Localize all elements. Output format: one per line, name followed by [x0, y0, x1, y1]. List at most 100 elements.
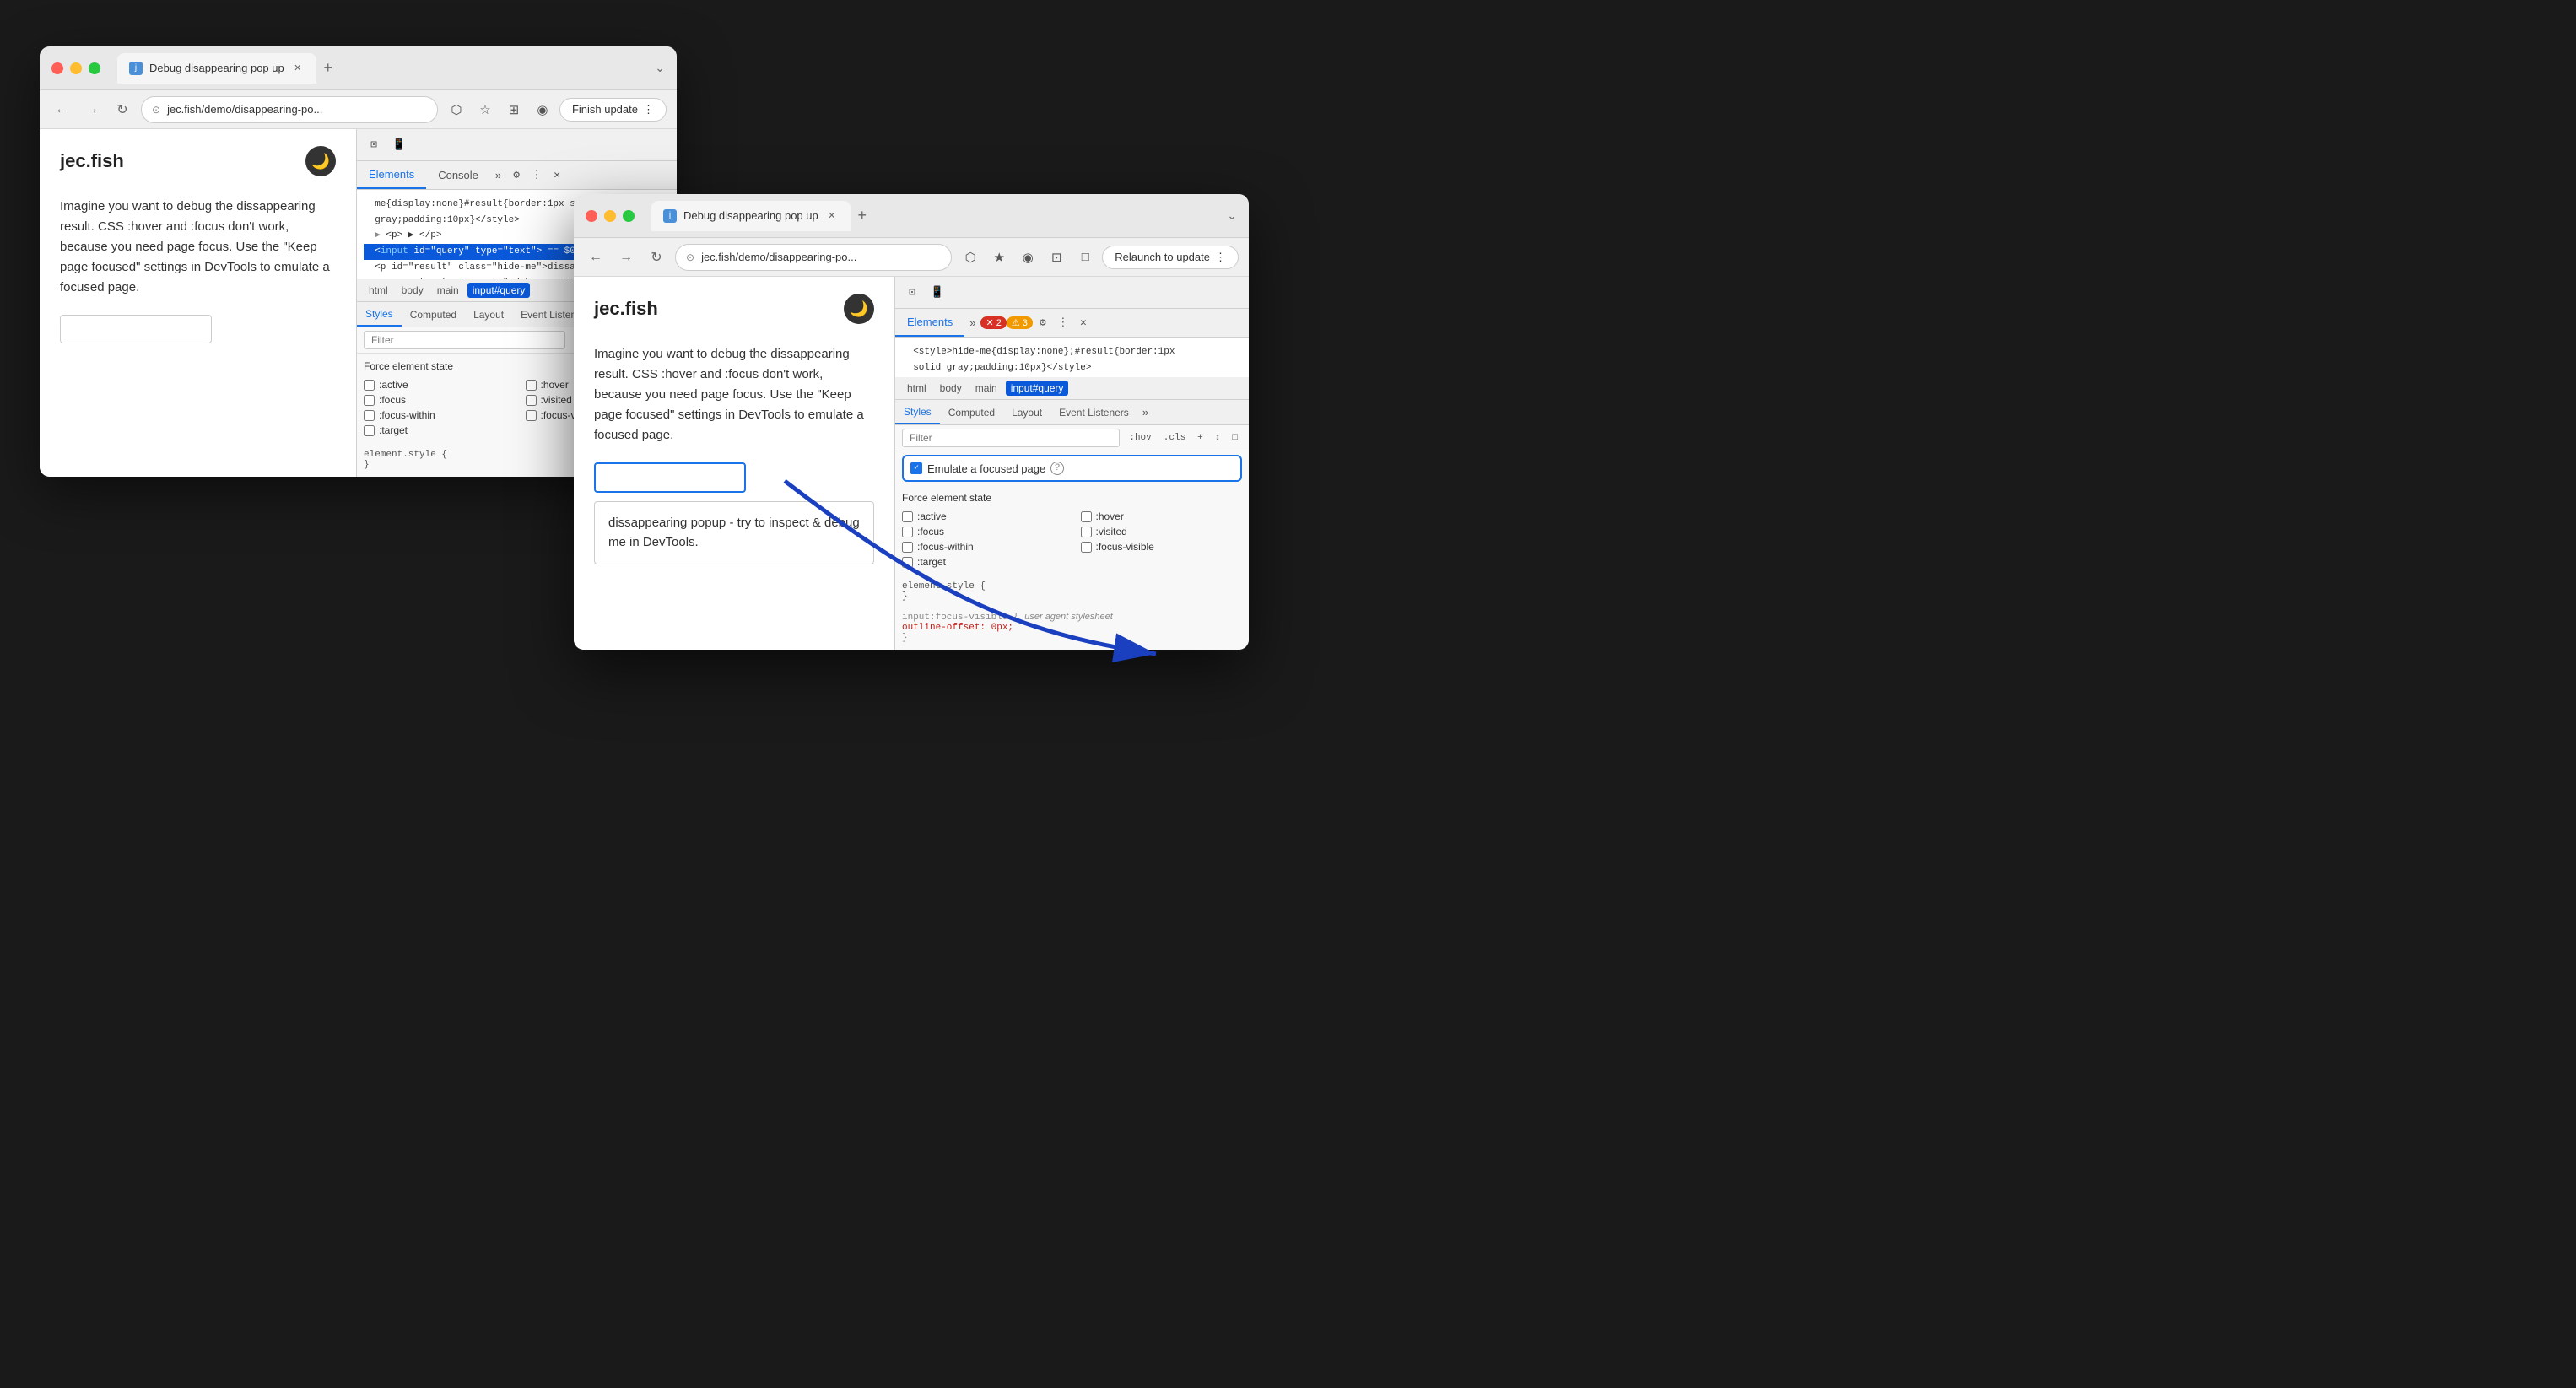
profile-icon-2[interactable]: ◉ — [1016, 246, 1040, 269]
reload-btn-1[interactable]: ↻ — [111, 98, 134, 122]
devtools-toolbar-2: ⊡ 📱 — [895, 277, 1249, 309]
back-btn-2[interactable]: ← — [584, 246, 608, 269]
inspect-icon-1[interactable]: ⊡ — [364, 135, 384, 155]
code-line-2-2: solid gray;padding:10px}</style> — [902, 360, 1242, 376]
settings-icon-dt-1[interactable]: ⚙ — [506, 165, 527, 186]
more-tabs-1[interactable]: » — [490, 162, 506, 188]
device-icon-2[interactable]: 📱 — [927, 283, 948, 303]
force-state-section-2: Force element state :active :hover :focu… — [895, 485, 1249, 575]
tab-dropdown-1[interactable]: ⌄ — [655, 61, 665, 75]
plus-pill-2[interactable]: + — [1193, 431, 1207, 445]
dark-mode-toggle-1[interactable]: 🌙 — [305, 146, 336, 176]
address-bar-1[interactable]: ⊙ jec.fish/demo/disappearing-po... — [141, 96, 438, 123]
emulate-focused-help-icon[interactable]: ? — [1050, 462, 1064, 475]
reload-btn-2[interactable]: ↻ — [645, 246, 668, 269]
query-input-1[interactable]: ta — [60, 315, 212, 343]
cast-icon-1[interactable]: ⬡ — [445, 98, 468, 122]
focus-within-check-2[interactable]: :focus-within — [902, 541, 1064, 553]
event-listeners-tab-2[interactable]: Event Listeners — [1050, 402, 1137, 424]
bc-html-1[interactable]: html — [364, 283, 393, 298]
computed-tab-1[interactable]: Computed — [402, 304, 465, 326]
target-check-2[interactable]: :target — [902, 556, 1064, 568]
square-pill-2[interactable]: □ — [1228, 431, 1242, 445]
tab-label-2: Debug disappearing pop up — [683, 209, 818, 222]
code-line-2-1: <style>hide-me{display:none};#result{bor… — [902, 344, 1242, 360]
active-check-1[interactable]: :active — [364, 379, 509, 391]
minimize-button-1[interactable] — [70, 62, 82, 74]
active-tab-1[interactable]: j Debug disappearing pop up ✕ — [117, 53, 316, 84]
forward-btn-2[interactable]: → — [614, 246, 638, 269]
bc-body-1[interactable]: body — [397, 283, 429, 298]
device-icon-1[interactable]: 📱 — [389, 135, 409, 155]
active-check-2[interactable]: :active — [902, 510, 1064, 522]
extensions-icon-1[interactable]: ⊞ — [502, 98, 526, 122]
styles-tab-1[interactable]: Styles — [357, 303, 402, 327]
styles-filter-input-2[interactable] — [902, 429, 1120, 447]
focus-check-2[interactable]: :focus — [902, 526, 1064, 537]
visited-check-2[interactable]: :visited — [1081, 526, 1243, 537]
tab-area-1: j Debug disappearing pop up ✕ + ⌄ — [117, 53, 665, 84]
bc-html-2[interactable]: html — [902, 381, 932, 396]
back-btn-1[interactable]: ← — [50, 98, 73, 122]
forward-btn-1[interactable]: → — [80, 98, 104, 122]
tab-dropdown-2[interactable]: ⌄ — [1227, 208, 1237, 223]
address-bar-2[interactable]: ⊙ jec.fish/demo/disappearing-po... — [675, 244, 952, 271]
profile-icon-1[interactable]: ◉ — [531, 98, 554, 122]
focus-visible-check-2[interactable]: :focus-visible — [1081, 541, 1243, 553]
maximize-button-1[interactable] — [89, 62, 100, 74]
more-style-tabs-2[interactable]: » — [1137, 399, 1153, 425]
cast-icon-2[interactable]: ⬡ — [959, 246, 982, 269]
star-icon-2[interactable]: ★ — [987, 246, 1011, 269]
close-button-1[interactable] — [51, 62, 63, 74]
bc-body-2[interactable]: body — [935, 381, 967, 396]
devtools-code-2: <style>hide-me{display:none};#result{bor… — [895, 338, 1249, 377]
update-button-2[interactable]: Relaunch to update ⋮ — [1102, 246, 1239, 269]
cls-pill-2[interactable]: .cls — [1159, 431, 1190, 445]
layout-tab-1[interactable]: Layout — [465, 304, 512, 326]
emulate-focused-row[interactable]: ✓ Emulate a focused page ? — [902, 455, 1242, 482]
target-check-1[interactable]: :target — [364, 424, 509, 436]
bc-input-2[interactable]: input#query — [1006, 381, 1069, 396]
tab-close-2[interactable]: ✕ — [825, 209, 839, 223]
dark-mode-toggle-2[interactable]: 🌙 — [844, 294, 874, 324]
focus-check-1[interactable]: :focus — [364, 394, 509, 406]
inspect-icon-2[interactable]: ⊡ — [902, 283, 922, 303]
close-button-2[interactable] — [586, 210, 597, 222]
emulate-focused-checkbox[interactable]: ✓ — [910, 462, 922, 474]
close-devtools-2[interactable]: ✕ — [1073, 313, 1094, 333]
more-tabs-2[interactable]: » — [964, 310, 980, 336]
popup-text-2: dissappearing popup - try to inspect & d… — [608, 514, 860, 552]
elements-tab-2[interactable]: Elements — [895, 309, 964, 337]
bc-input-1[interactable]: input#query — [467, 283, 531, 298]
star-icon-1[interactable]: ☆ — [473, 98, 497, 122]
new-tab-btn-1[interactable]: + — [316, 57, 340, 80]
console-tab-1[interactable]: Console — [426, 162, 490, 188]
query-input-2[interactable]: ta — [594, 462, 746, 493]
layout-tab-2[interactable]: Layout — [1003, 402, 1050, 424]
focus-within-check-1[interactable]: :focus-within — [364, 409, 509, 421]
bc-main-2[interactable]: main — [970, 381, 1002, 396]
new-tab-btn-2[interactable]: + — [851, 204, 874, 228]
computed-tab-2[interactable]: Computed — [940, 402, 1003, 424]
hov-pill-2[interactable]: :hov — [1125, 431, 1155, 445]
close-devtools-1[interactable]: ✕ — [547, 165, 567, 186]
styles-filter-input-1[interactable] — [364, 331, 565, 349]
bc-main-1[interactable]: main — [432, 283, 464, 298]
settings-icon-dt-2[interactable]: ⚙ — [1033, 313, 1053, 333]
styles-tab-2[interactable]: Styles — [895, 401, 940, 424]
hover-check-2[interactable]: :hover — [1081, 510, 1243, 522]
elements-tab-1[interactable]: Elements — [357, 161, 426, 189]
tab-close-1[interactable]: ✕ — [291, 62, 305, 75]
devtools-toolbar-1: ⊡ 📱 — [357, 129, 677, 161]
arrow-pill-2[interactable]: ↕ — [1211, 431, 1225, 445]
screencast-icon-2[interactable]: □ — [1073, 246, 1097, 269]
more-icon-dt-1[interactable]: ⋮ — [527, 165, 547, 186]
maximize-button-2[interactable] — [623, 210, 635, 222]
minimize-button-2[interactable] — [604, 210, 616, 222]
warning-icon-2: ⚠ — [1012, 318, 1020, 328]
active-tab-2[interactable]: j Debug disappearing pop up ✕ — [651, 201, 851, 231]
tab-favicon-2: j — [663, 209, 677, 223]
more-icon-dt-2[interactable]: ⋮ — [1053, 313, 1073, 333]
devtools-icon-2[interactable]: ⊡ — [1045, 246, 1068, 269]
update-button-1[interactable]: Finish update ⋮ — [559, 98, 667, 122]
